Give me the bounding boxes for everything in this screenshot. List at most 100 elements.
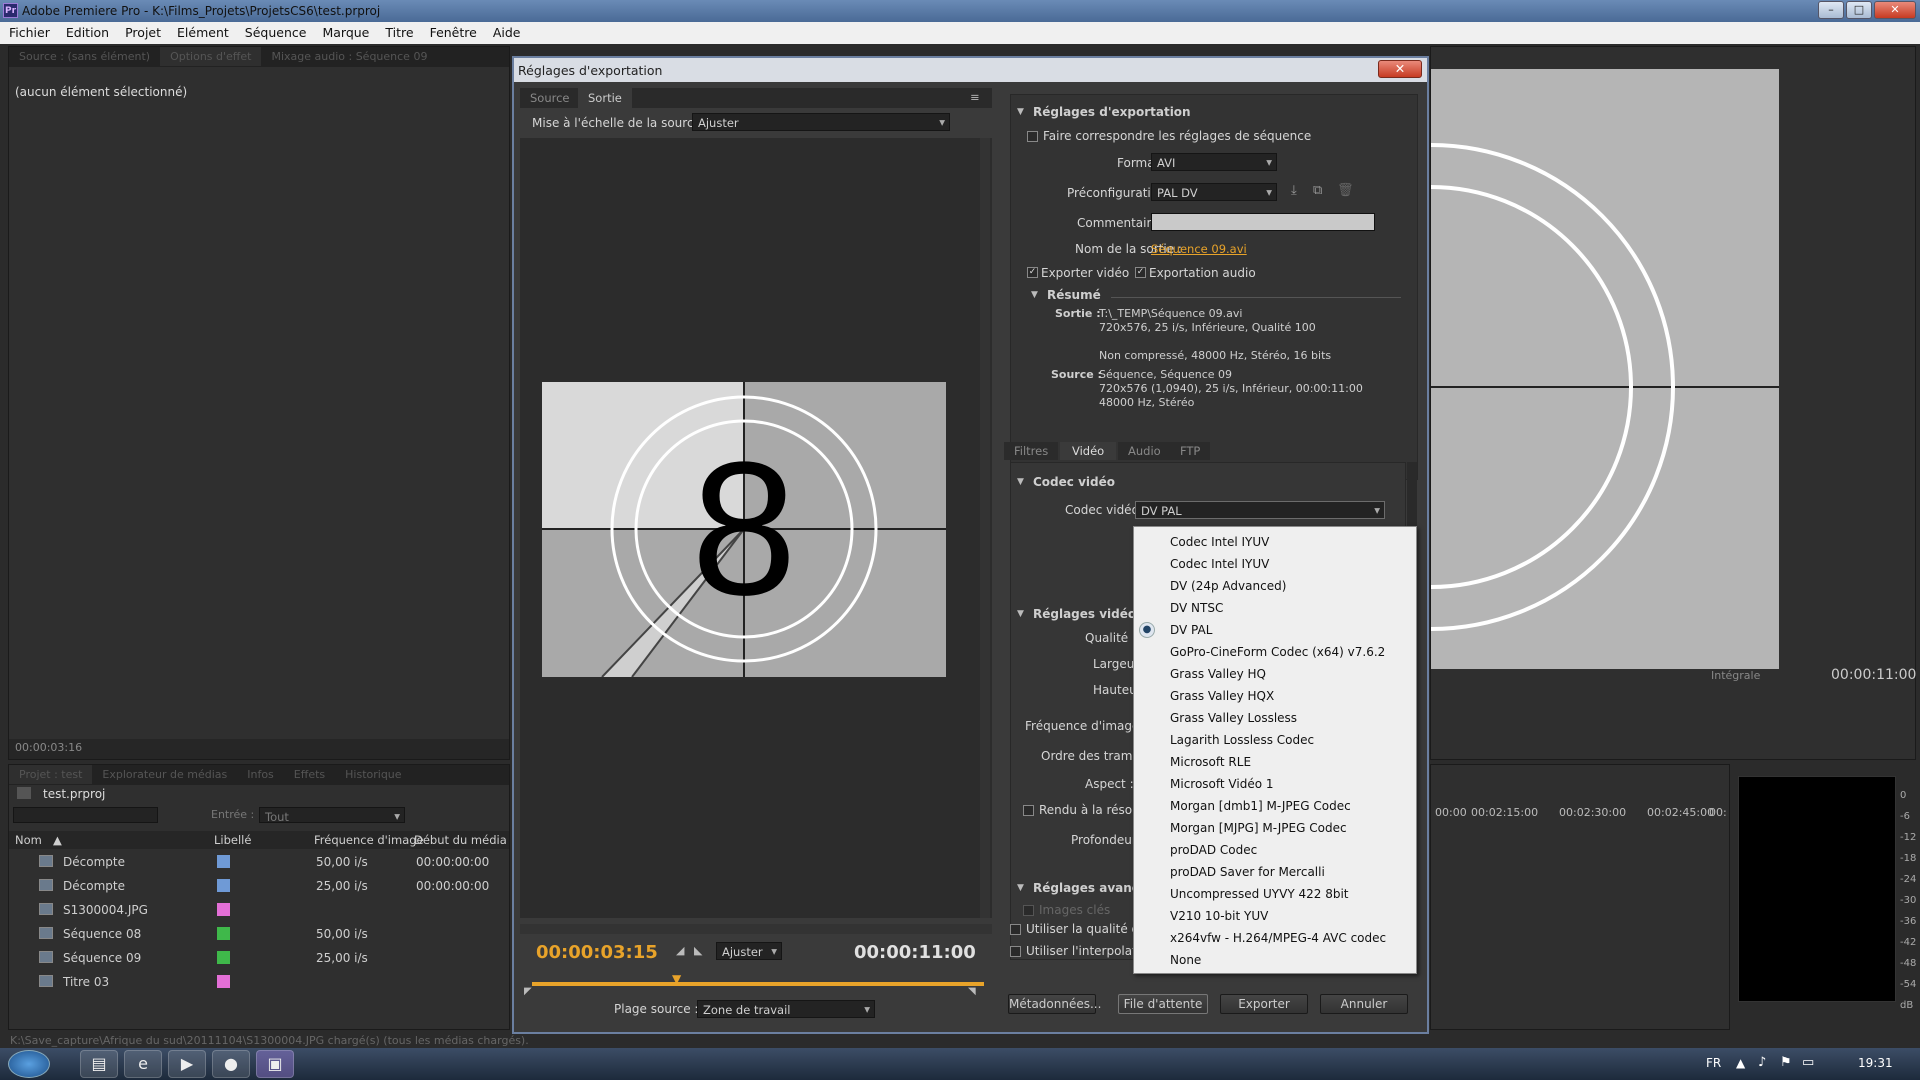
tab-info[interactable]: Infos [237, 765, 284, 784]
preview-h-scrollbar[interactable] [520, 924, 992, 934]
browser-taskbar-icon[interactable]: e [124, 1050, 162, 1078]
tab-audio-mixer[interactable]: Mixage audio : Séquence 09 [261, 47, 437, 66]
project-item-row[interactable]: Séquence 09 25,00 i/s [9, 947, 499, 971]
codec-option[interactable]: proDAD Saver for Mercalli [1170, 861, 1325, 883]
codec-option[interactable]: Grass Valley HQ [1170, 663, 1266, 685]
output-name-link[interactable]: Séquence 09.avi [1151, 242, 1247, 256]
menu-sequence[interactable]: Séquence [236, 22, 314, 40]
tab-filters[interactable]: Filtres [1004, 442, 1059, 460]
col-name[interactable]: Nom [15, 833, 42, 847]
codec-option[interactable]: Codec Intel IYUV [1170, 531, 1269, 553]
premiere-taskbar-icon[interactable]: ▣ [256, 1050, 294, 1078]
tab-history[interactable]: Historique [335, 765, 411, 784]
tab-project[interactable]: Projet : test [9, 765, 93, 784]
codec-option[interactable]: proDAD Codec [1170, 839, 1257, 861]
clock[interactable]: 19:31 [1858, 1056, 1893, 1070]
collapse-triangle-icon[interactable]: ▼ [1017, 107, 1024, 117]
col-framerate[interactable]: Fréquence d'image [314, 833, 424, 847]
codec-option[interactable]: DV (24p Advanced) [1170, 575, 1286, 597]
panel-menu-icon[interactable]: ≡ [970, 90, 980, 104]
codec-option[interactable]: Grass Valley Lossless [1170, 707, 1297, 729]
menu-titre[interactable]: Titre [376, 22, 420, 40]
export-audio-checkbox[interactable]: ✓ [1135, 267, 1146, 278]
language-indicator[interactable]: FR [1706, 1056, 1721, 1070]
network-icon[interactable]: ▭ [1802, 1055, 1814, 1070]
codec-option[interactable]: DV NTSC [1170, 597, 1223, 619]
record-app-taskbar-icon[interactable]: ● [212, 1050, 250, 1078]
show-hidden-icons[interactable]: ▲ [1736, 1056, 1745, 1070]
tab-output-preview[interactable]: Sortie [578, 88, 632, 108]
queue-button[interactable]: File d'attente [1118, 994, 1208, 1014]
media-player-taskbar-icon[interactable]: ▶ [168, 1050, 206, 1078]
playhead-handle[interactable]: ▼ [672, 972, 681, 986]
codec-dropdown[interactable]: DV PAL [1135, 501, 1385, 519]
format-dropdown[interactable]: AVI [1151, 153, 1277, 171]
in-point-handle[interactable]: ◤ [524, 986, 532, 997]
codec-option[interactable]: Uncompressed UYVY 422 8bit [1170, 883, 1348, 905]
tab-audio[interactable]: Audio [1118, 442, 1171, 460]
menu-projet[interactable]: Projet [116, 22, 168, 40]
render-max-depth-checkbox[interactable] [1023, 805, 1034, 816]
current-timecode[interactable]: 00:00:03:15 [536, 942, 658, 963]
menu-edition[interactable]: Edition [57, 22, 116, 40]
max-render-quality-checkbox[interactable] [1010, 924, 1021, 935]
codec-option[interactable]: Grass Valley HQX [1170, 685, 1274, 707]
codec-triangle-icon[interactable]: ▼ [1017, 477, 1024, 487]
preset-dropdown[interactable]: PAL DV [1151, 183, 1277, 201]
dialog-close-button[interactable]: ✕ [1378, 60, 1422, 78]
menu-fenetre[interactable]: Fenêtre [421, 22, 484, 40]
codec-option[interactable]: Morgan [dmb1] M-JPEG Codec [1170, 795, 1351, 817]
codec-option[interactable]: Morgan [MJPG] M-JPEG Codec [1170, 817, 1347, 839]
tab-effects[interactable]: Effets [284, 765, 335, 784]
codec-option[interactable]: Microsoft RLE [1170, 751, 1251, 773]
advanced-triangle-icon[interactable]: ▼ [1017, 883, 1024, 893]
mark-in-icon[interactable]: ◢ [676, 944, 684, 957]
keyframes-checkbox[interactable] [1023, 905, 1034, 916]
project-item-row[interactable]: Décompte 50,00 i/s 00:00:00:00 [9, 851, 499, 875]
codec-option[interactable]: GoPro-CineForm Codec (x64) v7.6.2 [1170, 641, 1385, 663]
basic-settings-triangle-icon[interactable]: ▼ [1017, 609, 1024, 619]
match-sequence-checkbox[interactable] [1027, 131, 1038, 142]
export-button[interactable]: Exporter [1220, 994, 1308, 1014]
import-preset-icon[interactable]: ⧉ [1313, 183, 1322, 198]
mark-out-icon[interactable]: ◣ [694, 944, 702, 957]
project-search-input[interactable] [13, 807, 158, 823]
col-media-start[interactable]: Début du média [414, 833, 507, 847]
tab-ftp[interactable]: FTP [1170, 442, 1211, 460]
program-fit-dropdown[interactable]: Intégrale [1711, 669, 1760, 682]
frame-blending-checkbox[interactable] [1010, 946, 1021, 957]
tab-media-browser[interactable]: Explorateur de médias [92, 765, 237, 784]
menu-fichier[interactable]: Fichier [0, 22, 57, 40]
codec-option[interactable]: Microsoft Vidéo 1 [1170, 773, 1274, 795]
close-window-button[interactable]: ✕ [1874, 1, 1916, 19]
menu-element[interactable]: Elément [168, 22, 236, 40]
codec-option[interactable]: Codec Intel IYUV [1170, 553, 1269, 575]
preview-scrollbar[interactable] [980, 138, 990, 918]
summary-triangle-icon[interactable]: ▼ [1031, 290, 1038, 300]
action-center-flag-icon[interactable]: ⚑ [1780, 1055, 1792, 1070]
export-video-checkbox[interactable]: ✓ [1027, 267, 1038, 278]
tab-source-preview[interactable]: Source [530, 91, 570, 105]
project-item-row[interactable]: Séquence 08 50,00 i/s [9, 923, 499, 947]
codec-option[interactable]: None [1170, 949, 1201, 971]
codec-option[interactable]: x264vfw - H.264/MPEG-4 AVC codec [1170, 927, 1386, 949]
project-item-row[interactable]: Titre 03 [9, 971, 499, 995]
tab-source[interactable]: Source : (sans élément) [9, 47, 160, 66]
maximize-button[interactable]: □ [1846, 1, 1872, 19]
delete-preset-icon[interactable]: 🗑 [1337, 183, 1354, 198]
preview-fit-dropdown[interactable]: Ajuster [716, 942, 782, 960]
source-scale-dropdown[interactable]: Ajuster [692, 113, 950, 131]
codec-option[interactable]: V210 10-bit YUV [1170, 905, 1268, 927]
minimize-button[interactable]: – [1818, 1, 1844, 19]
project-item-row[interactable]: Décompte 25,00 i/s 00:00:00:00 [9, 875, 499, 899]
entry-dropdown[interactable]: Tout [259, 807, 405, 824]
codec-option[interactable]: DV PAL [1170, 619, 1212, 641]
source-range-dropdown[interactable]: Zone de travail [697, 1000, 875, 1018]
explorer-taskbar-icon[interactable]: ▤ [80, 1050, 118, 1078]
tab-video[interactable]: Vidéo [1060, 442, 1117, 460]
col-label[interactable]: Libellé [214, 833, 251, 847]
codec-option[interactable]: Lagarith Lossless Codec [1170, 729, 1314, 751]
metadata-button[interactable]: Métadonnées... [1008, 994, 1101, 1014]
volume-icon[interactable]: ♪ [1758, 1055, 1766, 1070]
cancel-button[interactable]: Annuler [1320, 994, 1408, 1014]
